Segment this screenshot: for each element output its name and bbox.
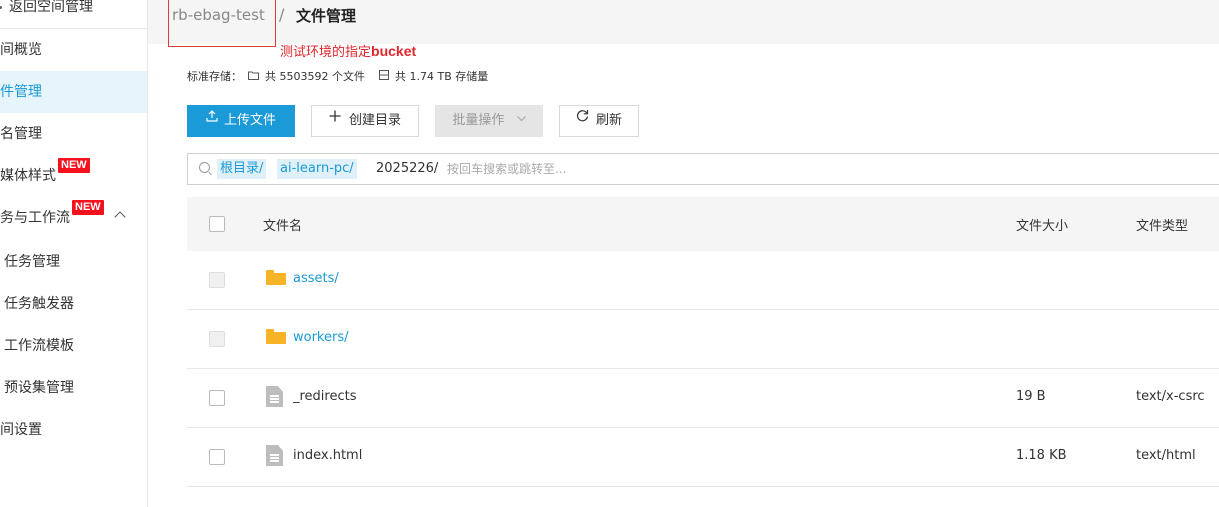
sidebar-item-preset-management[interactable]: 预设集管理 bbox=[0, 367, 147, 409]
sidebar-item-overview[interactable]: 间概览 bbox=[0, 29, 147, 71]
file-count: 共 5503592 个文件 bbox=[265, 70, 365, 83]
row-checkbox bbox=[209, 272, 225, 288]
column-header-size: 文件大小 bbox=[1016, 219, 1069, 234]
refresh-icon bbox=[576, 104, 589, 134]
path-current: 2025226/ bbox=[376, 161, 439, 176]
row-checkbox[interactable] bbox=[209, 449, 225, 465]
storage-label: 标准存储： bbox=[187, 70, 242, 83]
sidebar-item-label: 件管理 bbox=[0, 84, 42, 100]
sidebar-item-label: 预设集管理 bbox=[4, 380, 74, 396]
sidebar-item-media-style[interactable]: 媒体样式 NEW bbox=[0, 155, 147, 197]
plus-icon bbox=[329, 104, 341, 134]
sidebar-item-space-settings[interactable]: 间设置 bbox=[0, 409, 147, 451]
annotation-bold-text: bucket bbox=[371, 43, 417, 59]
bullet-icon bbox=[0, 5, 2, 9]
storage-icon bbox=[378, 69, 389, 83]
sidebar-item-tasks-workflows[interactable]: 务与工作流 NEW bbox=[0, 197, 147, 239]
batch-operations-button: 批量操作 bbox=[435, 105, 543, 137]
folder-icon bbox=[266, 329, 286, 344]
path-segment-root[interactable]: 根目录/ bbox=[217, 159, 267, 179]
search-icon bbox=[199, 162, 210, 173]
path-search-input[interactable]: 根目录/ ai-learn-pc/ 2025226/ 按回车搜索或跳转至... bbox=[187, 153, 1219, 185]
row-checkbox[interactable] bbox=[209, 390, 225, 406]
annotation-highlight-box bbox=[168, 0, 276, 47]
folder-outline-icon bbox=[248, 70, 259, 83]
sidebar-item-file-management[interactable]: 件管理 bbox=[0, 71, 147, 113]
annotation-note: 测试环境的指定bucket bbox=[280, 41, 416, 60]
column-header-type: 文件类型 bbox=[1136, 219, 1189, 234]
file-name-link[interactable]: assets/ bbox=[293, 271, 339, 286]
file-icon bbox=[266, 386, 283, 409]
back-to-space-link[interactable]: 返回空间管理 bbox=[0, 0, 93, 14]
annotation-text: 测试环境的指定 bbox=[280, 45, 372, 60]
file-size: 1.18 KB bbox=[1016, 448, 1067, 463]
back-label: 返回空间管理 bbox=[9, 0, 93, 15]
file-type: text/html bbox=[1136, 448, 1196, 463]
create-directory-button[interactable]: 创建目录 bbox=[311, 105, 419, 137]
sidebar-item-label: 媒体样式 bbox=[0, 168, 56, 184]
batch-operations-label: 批量操作 bbox=[452, 113, 505, 128]
file-size: 19 B bbox=[1016, 389, 1046, 404]
sidebar-item-workflow-template[interactable]: 工作流模板 bbox=[0, 325, 147, 367]
refresh-button[interactable]: 刷新 bbox=[559, 105, 639, 137]
table-row[interactable]: workers/ bbox=[187, 310, 1219, 369]
storage-size: 共 1.74 TB 存储量 bbox=[394, 70, 489, 83]
folder-icon bbox=[266, 270, 286, 285]
file-type: text/x-csrc bbox=[1136, 389, 1205, 404]
sidebar-item-label: 务与工作流 bbox=[0, 210, 70, 226]
upload-icon bbox=[206, 104, 218, 134]
file-name-link[interactable]: workers/ bbox=[293, 330, 349, 345]
create-directory-label: 创建目录 bbox=[348, 113, 401, 128]
sidebar-item-label: 名管理 bbox=[0, 126, 42, 142]
upload-file-button[interactable]: 上传文件 bbox=[187, 105, 295, 137]
page-title: 文件管理 bbox=[296, 7, 357, 25]
sidebar-item-label: 工作流模板 bbox=[4, 338, 74, 354]
column-header-name: 文件名 bbox=[263, 219, 303, 234]
sidebar-item-task-management[interactable]: 任务管理 bbox=[0, 241, 147, 283]
chevron-down-icon bbox=[516, 104, 526, 134]
storage-stats: 标准存储： 共 5503592 个文件 共 1.74 TB 存储量 bbox=[187, 68, 488, 84]
table-row[interactable]: assets/ bbox=[187, 251, 1219, 310]
row-checkbox bbox=[209, 331, 225, 347]
breadcrumb-bar: rb-ebag-test / 文件管理 bbox=[148, 0, 1219, 44]
refresh-label: 刷新 bbox=[595, 113, 622, 128]
breadcrumb-separator: / bbox=[279, 5, 285, 24]
new-badge: NEW bbox=[58, 158, 90, 173]
table-row[interactable]: index.html 1.18 KB text/html bbox=[187, 428, 1219, 487]
file-name[interactable]: index.html bbox=[293, 448, 362, 463]
upload-label: 上传文件 bbox=[223, 113, 276, 128]
select-all-checkbox[interactable] bbox=[209, 216, 225, 232]
sidebar-item-label: 间概览 bbox=[0, 42, 42, 58]
file-name[interactable]: _redirects bbox=[293, 389, 357, 404]
chevron-up-icon bbox=[114, 211, 126, 223]
sidebar-item-task-trigger[interactable]: 任务触发器 bbox=[0, 283, 147, 325]
path-placeholder: 按回车搜索或跳转至... bbox=[447, 162, 567, 176]
sidebar-item-label: 任务管理 bbox=[4, 254, 60, 270]
sidebar-item-label: 任务触发器 bbox=[4, 296, 74, 312]
sidebar-item-label: 间设置 bbox=[0, 422, 42, 438]
new-badge: NEW bbox=[72, 200, 104, 215]
sidebar-item-domain-management[interactable]: 名管理 bbox=[0, 113, 147, 155]
sidebar: 返回空间管理 间概览 件管理 名管理 媒体样式 NEW 务与工作流 NEW 任务… bbox=[0, 0, 148, 507]
table-row[interactable]: _redirects 19 B text/x-csrc bbox=[187, 369, 1219, 428]
file-icon bbox=[266, 445, 283, 468]
table-header: 文件名 文件大小 文件类型 bbox=[187, 197, 1219, 251]
path-segment-folder[interactable]: ai-learn-pc/ bbox=[277, 159, 357, 179]
